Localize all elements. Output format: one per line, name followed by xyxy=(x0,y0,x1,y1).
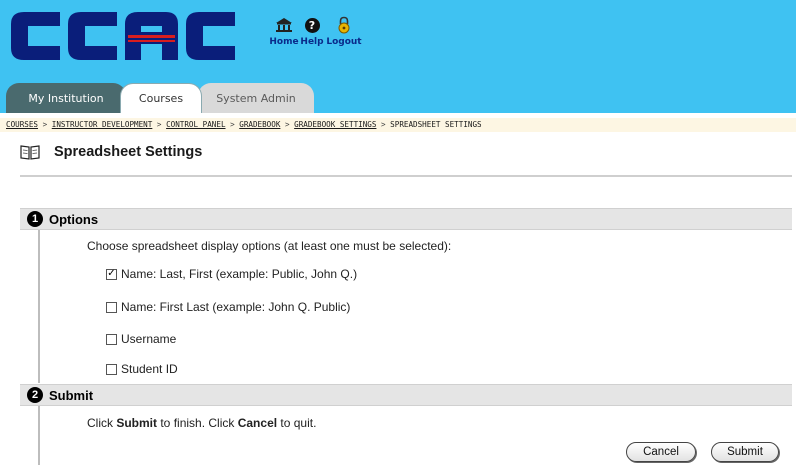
instruction-cancel-word: Cancel xyxy=(237,416,278,430)
instruction-text: Click xyxy=(87,416,117,430)
instruction-submit-word: Submit xyxy=(116,416,158,430)
breadcrumb-instructor-development[interactable]: INSTRUCTOR DEVELOPMENT xyxy=(52,120,153,129)
breadcrumb-control-panel[interactable]: CONTROL PANEL xyxy=(166,120,225,129)
step-options-header: 1 Options xyxy=(20,208,792,230)
breadcrumb-current: SPREADSHEET SETTINGS xyxy=(390,120,482,129)
breadcrumb-courses[interactable]: COURSES xyxy=(6,120,38,129)
tab-courses[interactable]: Courses xyxy=(120,83,202,113)
checkbox-student-id[interactable] xyxy=(106,363,117,375)
step-rail xyxy=(38,406,40,465)
breadcrumb-gradebook[interactable]: GRADEBOOK xyxy=(239,120,280,129)
page-title: Spreadsheet Settings xyxy=(54,144,203,160)
tab-my-institution[interactable]: My Institution xyxy=(6,83,126,113)
checkbox-username[interactable] xyxy=(106,333,117,345)
breadcrumb-separator: > xyxy=(284,120,290,129)
breadcrumb-separator: > xyxy=(42,120,48,129)
step-number-badge: 2 xyxy=(27,387,43,403)
instruction-text: to quit. xyxy=(277,416,317,430)
option-label: Name: First Last (example: John Q. Publi… xyxy=(121,300,351,314)
submit-instruction: Click Submit to finish. Click Cancel to … xyxy=(87,416,316,430)
book-icon xyxy=(20,145,40,160)
help-icon: ? xyxy=(304,14,320,36)
cancel-button[interactable]: Cancel xyxy=(626,442,696,462)
header-banner: Home ? Help Logout My Institution System… xyxy=(0,0,796,113)
help-label: Help xyxy=(300,37,324,47)
lock-icon xyxy=(337,14,351,36)
tab-label: My Institution xyxy=(28,91,104,105)
logout-label: Logout xyxy=(326,37,362,47)
title-divider xyxy=(20,175,792,177)
step-rail xyxy=(38,230,40,383)
tab-label: System Admin xyxy=(216,91,296,105)
breadcrumb-separator: > xyxy=(230,120,235,129)
breadcrumb-gradebook-settings[interactable]: GRADEBOOK SETTINGS xyxy=(294,120,376,129)
instruction-text: to finish. Click xyxy=(157,416,238,430)
option-label: Username xyxy=(121,332,177,346)
home-icon xyxy=(275,14,293,36)
step-submit-header: 2 Submit xyxy=(20,384,792,406)
page-title-row: Spreadsheet Settings xyxy=(20,144,202,160)
help-link[interactable]: ? Help xyxy=(294,14,330,47)
breadcrumb-separator: > xyxy=(156,120,162,129)
submit-button[interactable]: Submit xyxy=(711,442,779,462)
option-student-id[interactable]: Student ID xyxy=(106,362,178,376)
options-instruction: Choose spreadsheet display options (at l… xyxy=(87,239,452,253)
step-title: Submit xyxy=(49,387,94,403)
logout-link[interactable]: Logout xyxy=(326,14,362,47)
step-number-badge: 1 xyxy=(27,211,43,227)
breadcrumb-separator: > xyxy=(381,120,386,129)
breadcrumb: COURSES > INSTRUCTOR DEVELOPMENT > CONTR… xyxy=(0,118,796,132)
tab-label: Courses xyxy=(138,92,184,105)
step-title: Options xyxy=(49,211,99,227)
option-label: Student ID xyxy=(121,362,178,376)
ccac-logo[interactable] xyxy=(6,6,251,66)
option-name-first-last[interactable]: Name: First Last (example: John Q. Publi… xyxy=(106,300,350,314)
tab-system-admin[interactable]: System Admin xyxy=(198,83,314,113)
option-label: Name: Last, First (example: Public, John… xyxy=(121,267,358,281)
checkbox-name-last-first[interactable]: ✓ xyxy=(106,268,117,280)
checkbox-name-first-last[interactable] xyxy=(106,301,117,313)
option-name-last-first[interactable]: ✓ Name: Last, First (example: Public, Jo… xyxy=(106,267,357,281)
option-username[interactable]: Username xyxy=(106,332,176,346)
